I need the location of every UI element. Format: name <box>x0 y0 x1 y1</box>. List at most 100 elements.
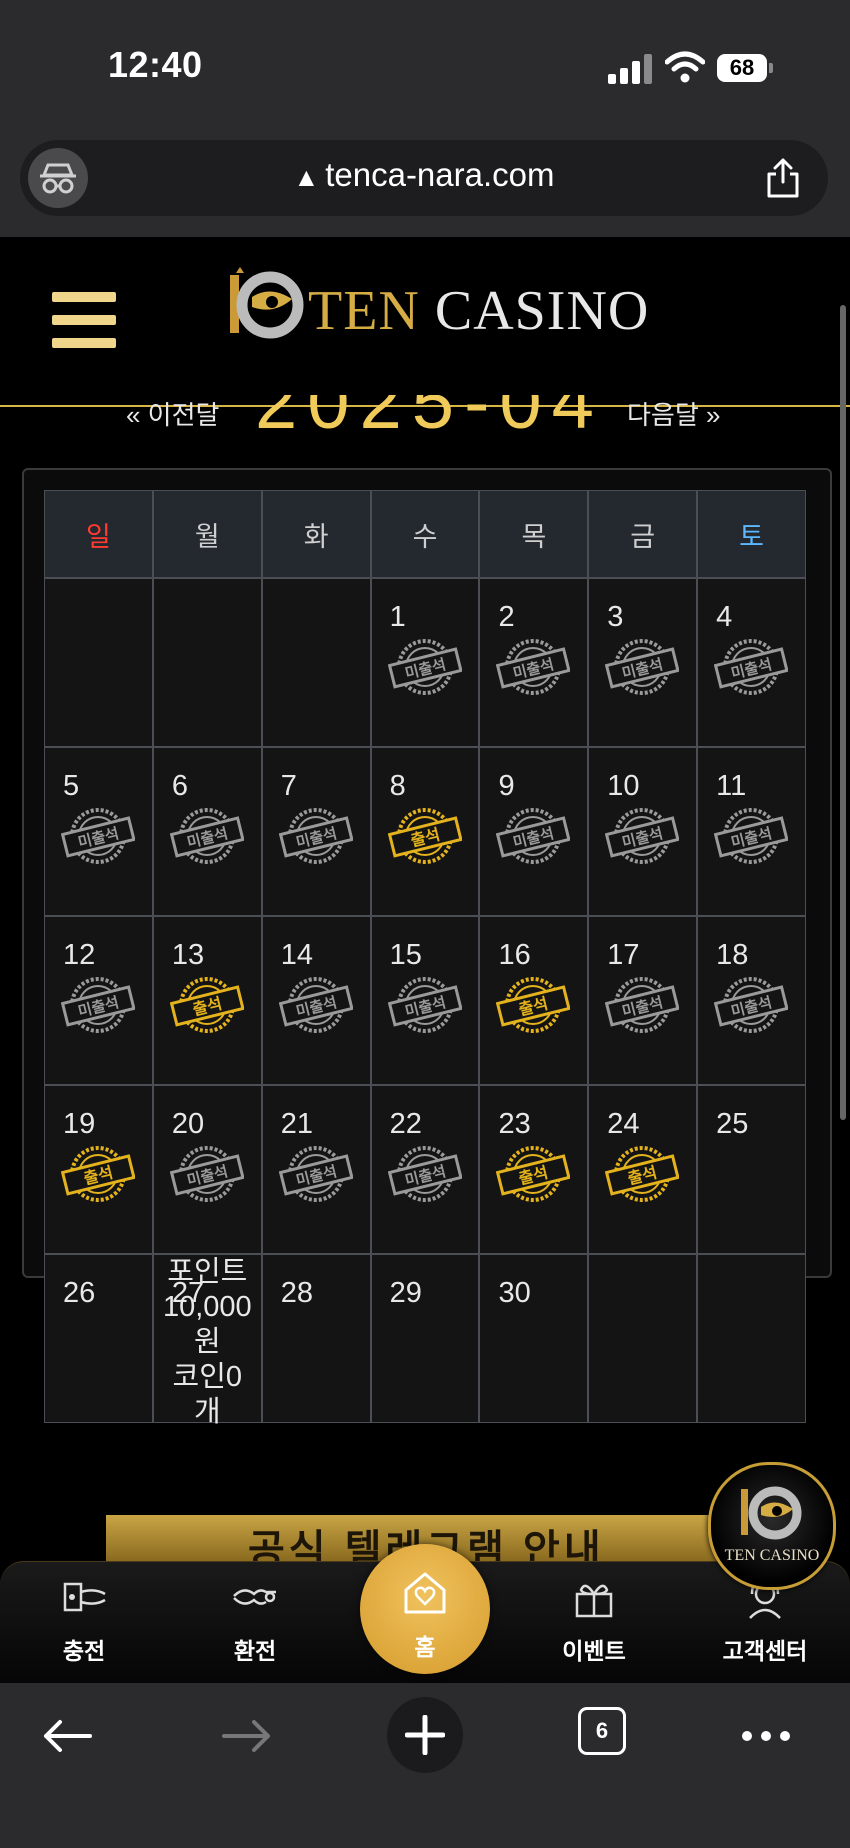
day-number: 14 <box>280 939 313 971</box>
absent-stamp-icon: 미출석 <box>387 1146 462 1202</box>
calendar-day-cell[interactable]: 7 미출석 <box>261 747 371 916</box>
calendar-day-cell[interactable]: 27 포인트 10,000 원 코인0 개 <box>152 1254 262 1428</box>
absent-stamp-icon: 미출석 <box>61 808 135 864</box>
address-bar[interactable]: ▲ tenca-nara.com <box>20 140 828 216</box>
day-reward-tooltip: 포인트 10,000 원 코인0 개 <box>154 1255 261 1430</box>
calendar-day-cell[interactable]: 2 미출석 <box>479 578 589 747</box>
calendar-day-cell[interactable]: 30 <box>479 1254 589 1423</box>
more-options-icon[interactable] <box>740 1729 792 1743</box>
absent-stamp-icon: 미출석 <box>278 808 353 864</box>
calendar-day-cell[interactable]: 5 미출석 <box>44 747 153 916</box>
day-number: 3 <box>607 601 624 633</box>
absent-stamp-icon: 미출석 <box>278 977 353 1033</box>
day-number: 16 <box>498 939 531 971</box>
calendar-day-cell[interactable]: 16 출석 <box>479 916 589 1085</box>
site-logo[interactable]: TEN CASINO <box>222 267 648 347</box>
weekday-header: 수 <box>370 490 480 578</box>
calendar-day-cell[interactable]: 11 미출석 <box>697 747 807 916</box>
calendar-day-cell[interactable]: 19 출석 <box>44 1085 153 1254</box>
attended-stamp-icon: 출석 <box>169 977 244 1033</box>
calendar-day-cell[interactable]: 14 미출석 <box>261 916 371 1085</box>
calendar-day-cell[interactable]: 28 <box>261 1254 371 1423</box>
calendar-day-cell[interactable]: 24 출석 <box>588 1085 698 1254</box>
weekday-header: 목 <box>479 490 589 578</box>
calendar-day-cell[interactable]: 26 <box>44 1254 153 1423</box>
attended-stamp-icon: 출석 <box>605 1146 680 1202</box>
absent-stamp-icon: 미출석 <box>605 808 680 864</box>
calendar-week-row: 5 미출석 6 미출석 7 미출석 8 출석 9 미출석 10 미출석 11 미출석 <box>44 747 807 916</box>
menu-hamburger-icon[interactable] <box>52 292 116 348</box>
day-number: 11 <box>716 770 747 802</box>
nav-home-button[interactable]: 홈 <box>360 1544 490 1674</box>
absent-stamp-icon: 미출석 <box>387 977 462 1033</box>
day-number: 15 <box>389 939 422 971</box>
tooltip-line: 10,000 <box>162 1291 252 1323</box>
calendar-weekday-header: 일월화수목금토 <box>44 490 807 578</box>
tabs-button[interactable]: 6 <box>578 1707 626 1755</box>
calendar-day-cell <box>152 578 262 747</box>
calendar-day-cell[interactable]: 17 미출석 <box>588 916 698 1085</box>
calendar-day-cell[interactable]: 4 미출석 <box>697 578 807 747</box>
day-number: 20 <box>171 1108 205 1140</box>
calendar-day-cell[interactable]: 6 미출석 <box>152 747 262 916</box>
day-number: 12 <box>63 939 96 971</box>
calendar-day-cell <box>261 578 371 747</box>
absent-stamp-icon: 미출석 <box>278 1146 353 1202</box>
calendar-day-cell <box>44 578 153 747</box>
calendar-day-cell[interactable]: 9 미출석 <box>479 747 589 916</box>
calendar-day-cell <box>697 1254 807 1423</box>
browser-toolbar: 6 <box>0 1683 850 1848</box>
calendar-day-cell[interactable]: 20 미출석 <box>152 1085 262 1254</box>
nav-charge-button[interactable]: 충전 <box>24 1562 144 1684</box>
page-scrollbar[interactable] <box>840 305 846 1120</box>
calendar-day-cell[interactable]: 22 미출석 <box>370 1085 480 1254</box>
nav-event-button[interactable]: 이벤트 <box>534 1562 654 1684</box>
back-arrow-icon[interactable] <box>42 1719 92 1753</box>
absent-stamp-icon: 미출석 <box>496 808 571 864</box>
nav-exchange-button[interactable]: 환전 <box>195 1562 315 1684</box>
forward-arrow-icon[interactable] <box>222 1719 272 1753</box>
floating-logo-badge[interactable]: TEN CASINO <box>708 1462 836 1590</box>
absent-stamp-icon: 미출석 <box>605 639 680 695</box>
day-number: 30 <box>498 1277 531 1309</box>
next-month-link[interactable]: 다음달 » <box>627 395 720 431</box>
prev-month-link[interactable]: « 이전달 <box>126 395 219 431</box>
attended-stamp-icon: 출석 <box>387 808 462 864</box>
battery-indicator: 68 <box>717 54 773 82</box>
calendar-day-cell[interactable]: 15 미출석 <box>370 916 480 1085</box>
calendar-day-cell[interactable]: 12 미출석 <box>44 916 153 1085</box>
absent-stamp-icon: 미출석 <box>714 977 789 1033</box>
absent-stamp-icon: 미출석 <box>714 639 789 695</box>
calendar-day-cell[interactable]: 29 <box>370 1254 480 1423</box>
calendar-day-cell[interactable]: 21 미출석 <box>261 1085 371 1254</box>
weekday-header: 금 <box>588 490 698 578</box>
day-number: 1 <box>389 601 406 633</box>
new-tab-button[interactable] <box>387 1697 463 1773</box>
weekday-header: 일 <box>44 490 153 578</box>
day-number: 26 <box>63 1277 96 1309</box>
calendar-day-cell[interactable]: 3 미출석 <box>588 578 698 747</box>
day-number: 19 <box>63 1108 96 1140</box>
current-month: 2025-04 <box>255 395 604 431</box>
gift-icon <box>575 1584 613 1618</box>
calendar-day-cell[interactable]: 10 미출석 <box>588 747 698 916</box>
day-number: 29 <box>389 1277 422 1309</box>
day-number: 10 <box>607 770 640 802</box>
day-number: 22 <box>389 1108 422 1140</box>
calendar-day-cell[interactable]: 13 출석 <box>152 916 262 1085</box>
logo-emblem-icon <box>230 267 304 339</box>
calendar-day-cell[interactable]: 8 출석 <box>370 747 480 916</box>
attended-stamp-icon: 출석 <box>496 1146 571 1202</box>
charge-icon <box>63 1582 106 1612</box>
absent-stamp-icon: 미출석 <box>714 808 789 864</box>
calendar-day-cell[interactable]: 23 출석 <box>479 1085 589 1254</box>
url-text[interactable]: ▲ tenca-nara.com <box>20 156 828 194</box>
calendar-day-cell[interactable]: 25 <box>697 1085 807 1254</box>
calendar-day-cell[interactable]: 18 미출석 <box>697 916 807 1085</box>
absent-stamp-icon: 미출석 <box>169 808 244 864</box>
home-heart-icon <box>404 1572 446 1614</box>
day-number: 17 <box>607 939 640 971</box>
share-icon[interactable] <box>764 158 802 198</box>
day-number: 4 <box>716 601 733 633</box>
calendar-day-cell[interactable]: 1 미출석 <box>370 578 480 747</box>
